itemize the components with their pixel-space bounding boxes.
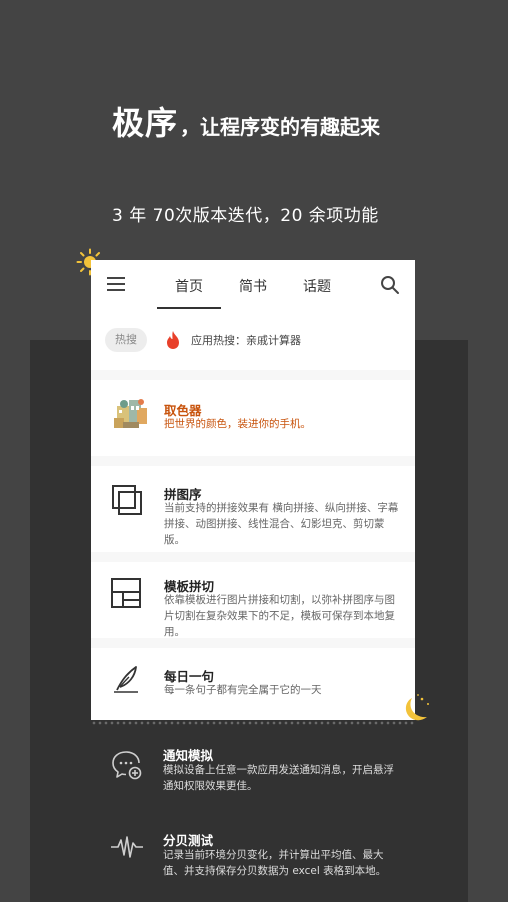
tab-jianshu[interactable]: 简书 [239,276,267,296]
hot-search-row[interactable]: 热搜 应用热搜：亲戚计算器 [91,322,415,358]
sound-wave-icon [111,836,143,858]
feature-description: 每一条句子都有完全属于它的一天 [164,684,322,696]
divider [91,370,415,380]
feature-decibel-test[interactable]: 分贝测试 记录当前环境分贝变化，并计算出平均值、最大值、并支持保存分贝数据为 e… [30,826,468,896]
fire-icon [167,331,179,349]
divider [91,456,415,466]
feature-puzzle[interactable]: 拼图序 当前支持的拼接效果有 横向拼接、纵向拼接、字幕拼接、动图拼接、线性混合、… [91,466,415,552]
feature-description: 依靠模板进行图片拼接和切割，以弥补拼图序与图片切割在复杂效果下的不足，模板可保存… [164,594,395,638]
tab-topics[interactable]: 话题 [303,276,331,296]
divider [91,638,415,648]
color-picker-illustration-icon [114,399,147,428]
search-icon[interactable] [379,274,401,296]
hot-search-chip[interactable]: 热搜 [105,328,147,352]
feature-description: 把世界的颜色，装进你的手机。 [164,418,311,430]
feature-template-cut[interactable]: 模板拼切 依靠模板进行图片拼接和切割，以弥补拼图序与图片切割在复杂效果下的不足，… [91,562,415,642]
chat-bubble-add-icon [112,751,142,780]
card-torn-edge [91,720,415,726]
active-tab-indicator [157,307,221,309]
feature-daily-quote[interactable]: 每日一句 每一条句子都有完全属于它的一天 [91,648,415,720]
moon-stars-icon [405,694,429,721]
hero-tagline: ，让程序变的有趣起来 [180,115,381,139]
quill-pen-icon [114,666,138,693]
app-preview-card: 首页 简书 话题 热搜 应用热搜：亲戚计算器 取色器 把世界的颜色，装进你的手机… [91,260,415,720]
feature-notification-sim[interactable]: 通知模拟 模拟设备上任意一款应用发送通知消息，开启悬浮通知权限效果更佳。 [30,740,468,810]
tab-home[interactable]: 首页 [175,276,203,296]
hero-headline: 极序 ，让程序变的有趣起来 [112,98,380,144]
stacked-squares-icon [112,485,142,515]
brand-name: 极序 [112,104,179,142]
hot-search-text: 应用热搜：亲戚计算器 [191,334,301,347]
layout-template-icon [111,578,141,608]
app-bar: 首页 简书 话题 [91,260,415,310]
divider [91,552,415,562]
hero-subline: 3 年 70次版本迭代，20 余项功能 [112,206,379,226]
feature-description: 当前支持的拼接效果有 横向拼接、纵向拼接、字幕拼接、动图拼接、线性混合、幻影坦克… [164,502,399,546]
feature-color-picker[interactable]: 取色器 把世界的颜色，装进你的手机。 [91,380,415,460]
feature-description: 模拟设备上任意一款应用发送通知消息，开启悬浮通知权限效果更佳。 [163,764,394,792]
hamburger-menu-icon[interactable] [107,277,125,291]
feature-description: 记录当前环境分贝变化，并计算出平均值、最大值、并支持保存分贝数据为 excel … [163,849,387,877]
